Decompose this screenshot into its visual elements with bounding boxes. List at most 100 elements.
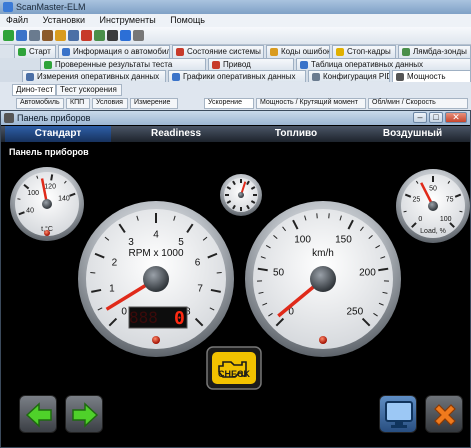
sensor-icon	[402, 48, 410, 56]
chart-icon[interactable]	[107, 30, 118, 41]
menu-settings[interactable]: Установки	[37, 14, 91, 26]
load-ticks-tick	[403, 210, 407, 213]
subtab-vehicle[interactable]: Автомобиль	[16, 98, 64, 109]
tool-icon[interactable]	[42, 30, 53, 41]
temp-ticks-label: 40	[26, 208, 34, 215]
speed-ticks-label: 50	[273, 267, 285, 278]
tabs-row-3: Измерения оперативных данных Графики опе…	[0, 70, 471, 82]
speed-hub	[310, 266, 336, 292]
subtab-acceleration[interactable]: Ускорение	[204, 98, 254, 109]
speed-ticks-label: 150	[335, 234, 352, 245]
temperature-gauge: 40100120140 t,°C	[10, 167, 84, 241]
temp-ticks-tick	[50, 174, 54, 181]
rpm-ticks-label: 2	[112, 257, 118, 268]
rpm-ticks-label: 0	[121, 306, 127, 317]
tab-pid-config[interactable]: Конфигурация PID	[308, 70, 390, 82]
connect-icon[interactable]	[3, 30, 14, 41]
check-icon	[44, 61, 52, 69]
temp-ticks-label: 140	[58, 195, 70, 202]
load-ticks-label: 25	[412, 197, 420, 204]
tab-actuator[interactable]: Привод	[208, 58, 294, 70]
power-icon	[396, 73, 404, 81]
close-dashboard-button[interactable]	[425, 395, 463, 433]
speed-warning-lamp	[319, 336, 327, 344]
tab-system-status[interactable]: Состояние системы	[172, 45, 264, 58]
power-subtabs: Дино-тест Тест ускорения	[12, 84, 471, 96]
stop-icon[interactable]	[81, 30, 92, 41]
tab-test-results[interactable]: Проверенные результаты теста	[40, 58, 206, 70]
speed-ticks-label: 250	[346, 306, 363, 317]
subtab-gearbox[interactable]: КПП	[66, 98, 90, 109]
tab-vehicle-info[interactable]: Информация о автомобиле	[58, 45, 170, 58]
app-title: ScanMaster-ELM	[16, 2, 86, 12]
monitor-icon	[385, 401, 413, 428]
menu-tools[interactable]: Инструменты	[94, 14, 162, 26]
settings-icon[interactable]	[29, 30, 40, 41]
speed-gauge: 050100 150200250 km/h	[245, 201, 401, 357]
prev-button[interactable]	[19, 395, 57, 433]
arrow-left-icon	[25, 402, 52, 428]
temp-ticks-label: 120	[44, 184, 56, 191]
tab-start[interactable]: Старт	[14, 45, 56, 58]
rpm-digital-value: 0	[174, 308, 185, 329]
tab-live-measurements[interactable]: Измерения оперативных данных	[22, 70, 166, 82]
clock-hub	[238, 192, 244, 198]
tab-o2-sensors[interactable]: Лямбда-зонды	[398, 45, 471, 58]
subtab-conditions[interactable]: Условия	[92, 98, 128, 109]
exit-icon[interactable]	[133, 30, 144, 41]
close-icon	[434, 404, 456, 426]
dyno-subtabs: Автомобиль КПП Условия Измерение Ускорен…	[16, 98, 471, 109]
load-ticks-label: 100	[440, 216, 452, 223]
dashboard-window: Панель приборов – □ ✕ Стандарт Readiness…	[0, 110, 471, 448]
tabs-row-2: Проверенные результаты теста Привод Табл…	[0, 58, 471, 70]
load-ticks-label: 50	[429, 185, 437, 192]
rpm-ticks-label: 1	[109, 283, 115, 294]
monitor-icon[interactable]	[94, 30, 105, 41]
subtab-measurement[interactable]: Измерение	[130, 98, 178, 109]
subtab-rpm-speed[interactable]: Обл/мин / Скорость	[368, 98, 468, 109]
rpm-hub	[143, 266, 169, 292]
temp-warning-lamp	[44, 230, 50, 236]
freeze-icon	[336, 48, 344, 56]
load-ticks-tick	[459, 210, 463, 213]
tab-live-graphs[interactable]: Графики оперативных данных	[168, 70, 306, 82]
menu-file[interactable]: Файл	[0, 14, 34, 26]
rpm-ticks-label: 3	[128, 237, 134, 248]
load-ticks-label: 0	[418, 216, 422, 223]
monitor-button[interactable]	[379, 395, 417, 433]
temp-ticks-tick	[17, 198, 21, 200]
graph-icon	[172, 73, 180, 81]
temp-hub	[42, 199, 52, 209]
subtab-acceleration-test[interactable]: Тест ускорения	[56, 84, 122, 96]
arrow-right-icon	[72, 402, 99, 428]
app-titlebar: ScanMaster-ELM	[0, 0, 471, 14]
rpm-warning-lamp	[152, 336, 160, 344]
toolbar	[0, 27, 471, 45]
start-icon	[18, 48, 26, 56]
menu-help[interactable]: Помощь	[164, 14, 211, 26]
table-icon	[300, 61, 308, 69]
tab-trouble-codes[interactable]: Коды ошибок	[266, 45, 330, 58]
check-engine-indicator: CHECK	[206, 346, 262, 390]
actuator-icon	[212, 61, 220, 69]
next-button[interactable]	[65, 395, 103, 433]
refresh-icon[interactable]	[16, 30, 27, 41]
rpm-ticks-label: 5	[178, 237, 184, 248]
tab-power[interactable]: Мощность	[392, 70, 471, 82]
speed-ticks-label: 200	[359, 267, 376, 278]
subtab-power-torque[interactable]: Мощность / Крутящий момент	[256, 98, 366, 109]
gauge-icon	[26, 73, 34, 81]
tab-live-data-table[interactable]: Таблица оперативных данных	[296, 58, 471, 70]
tab-freeze-frames[interactable]: Стоп-кадры	[332, 45, 396, 58]
rpm-ticks-label: 6	[195, 257, 201, 268]
info-icon	[62, 48, 70, 56]
info-icon[interactable]	[55, 30, 66, 41]
load-gauge: 0 25 50 75 100 Load, %	[396, 169, 470, 243]
help-icon[interactable]	[120, 30, 131, 41]
dashboard-icon[interactable]	[68, 30, 79, 41]
check-engine-label: CHECK	[218, 369, 251, 379]
rpm-unit-label: RPM x 1000	[128, 248, 183, 259]
status-icon	[176, 48, 184, 56]
speed-unit-label: km/h	[312, 248, 334, 259]
subtab-dyno-test[interactable]: Дино-тест	[12, 84, 56, 96]
